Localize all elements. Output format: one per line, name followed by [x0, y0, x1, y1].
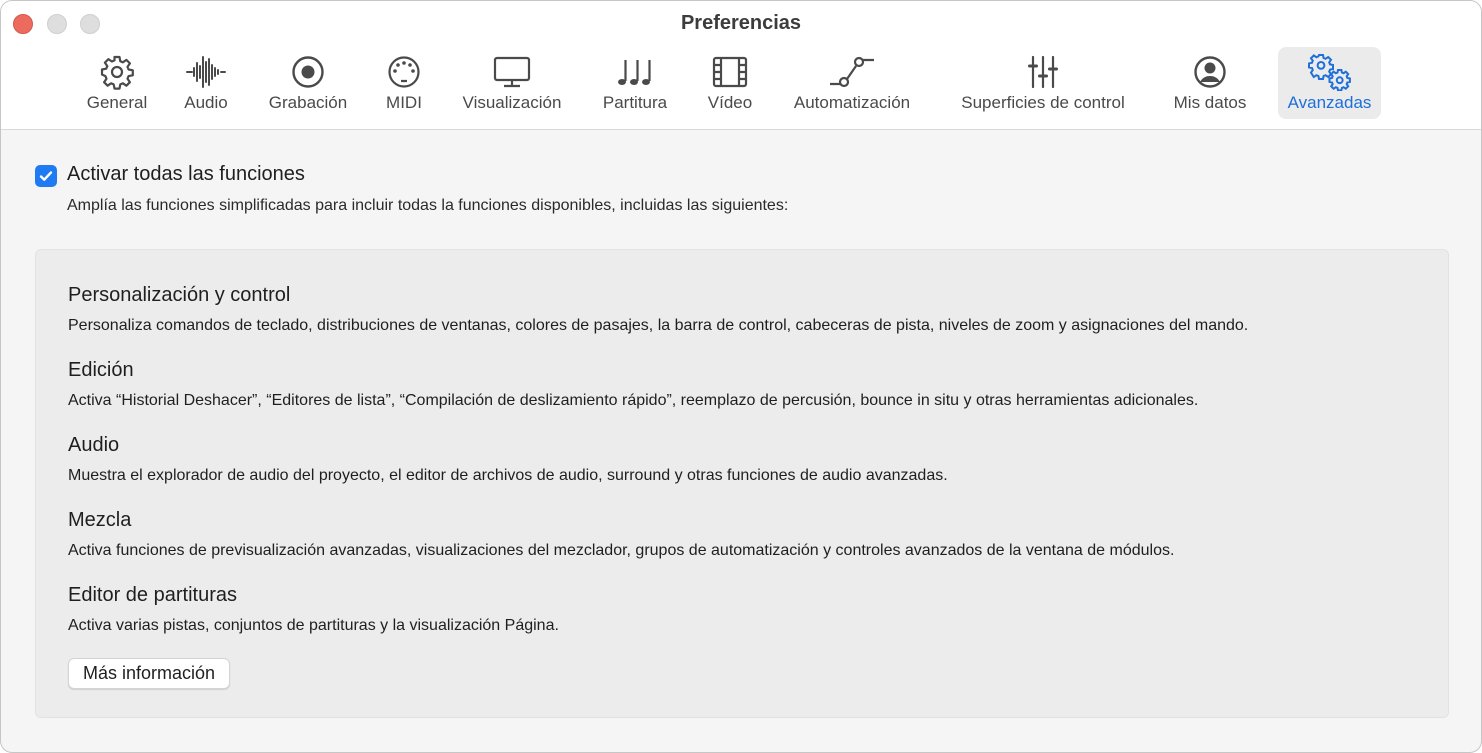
tab-label: Partitura [602, 93, 668, 112]
window-title: Preferencias [680, 12, 802, 34]
more-info-button[interactable]: Más información [68, 658, 231, 689]
gears-icon [1307, 51, 1352, 93]
features-panel: Personalización y control Personaliza co… [35, 249, 1449, 718]
tab-general[interactable]: General [79, 47, 155, 119]
record-icon [290, 51, 326, 93]
section-description: Personaliza comandos de teclado, distrib… [68, 317, 1249, 334]
section-title: Mezcla [68, 509, 132, 531]
tab-mis-datos[interactable]: Mis datos [1165, 47, 1255, 119]
tab-grabacion[interactable]: Grabación [261, 47, 355, 119]
tab-video[interactable]: Vídeo [701, 47, 759, 119]
preferences-window: Preferencias General Audio Grabación MID… [0, 0, 1482, 753]
title-bar: Preferencias General Audio Grabación MID… [1, 1, 1481, 130]
tab-partitura[interactable]: Partitura [595, 47, 675, 119]
tab-label: Visualización [462, 93, 562, 112]
tab-label: Vídeo [707, 93, 753, 112]
tab-label: Mis datos [1173, 93, 1247, 112]
sliders-icon [1025, 51, 1061, 93]
gear-icon [99, 51, 135, 93]
tab-label: Audio [184, 93, 228, 112]
music-notes-icon [615, 51, 655, 93]
section-title: Audio [68, 434, 120, 456]
section-description: Activa funciones de previsualización ava… [68, 542, 1175, 559]
section-description: Muestra el explorador de audio del proye… [68, 467, 948, 484]
enable-all-checkbox[interactable] [35, 165, 57, 187]
person-circle-icon [1192, 51, 1228, 93]
automation-curve-icon [828, 51, 876, 93]
tab-superficies-de-control[interactable]: Superficies de control [945, 47, 1141, 119]
enable-all-label[interactable]: Activar todas las funciones [67, 163, 305, 186]
enable-all-description: Amplía las funciones simplificadas para … [67, 197, 789, 214]
section-description: Activa “Historial Deshacer”, “Editores d… [68, 392, 1199, 409]
tab-avanzadas[interactable]: Avanzadas [1278, 47, 1381, 119]
section-description: Activa varias pistas, conjuntos de parti… [68, 617, 559, 634]
tab-midi[interactable]: MIDI [379, 47, 429, 119]
midi-connector-icon [386, 51, 422, 93]
tab-label: Automatización [793, 93, 911, 112]
tab-label: Superficies de control [961, 93, 1125, 112]
film-strip-icon [711, 51, 749, 93]
tab-visualizacion[interactable]: Visualización [453, 47, 571, 119]
section-title: Edición [68, 359, 134, 381]
waveform-icon [185, 51, 227, 93]
section-title: Editor de partituras [68, 584, 237, 606]
tab-label: General [86, 93, 148, 112]
tab-automatizacion[interactable]: Automatización [783, 47, 921, 119]
tab-label: MIDI [386, 93, 422, 112]
tab-label: Grabación [268, 93, 348, 112]
checkmark-icon [39, 171, 53, 181]
tab-label: Avanzadas [1287, 93, 1372, 112]
section-title: Personalización y control [68, 284, 291, 306]
display-icon [492, 51, 532, 93]
tab-audio[interactable]: Audio [175, 47, 237, 119]
